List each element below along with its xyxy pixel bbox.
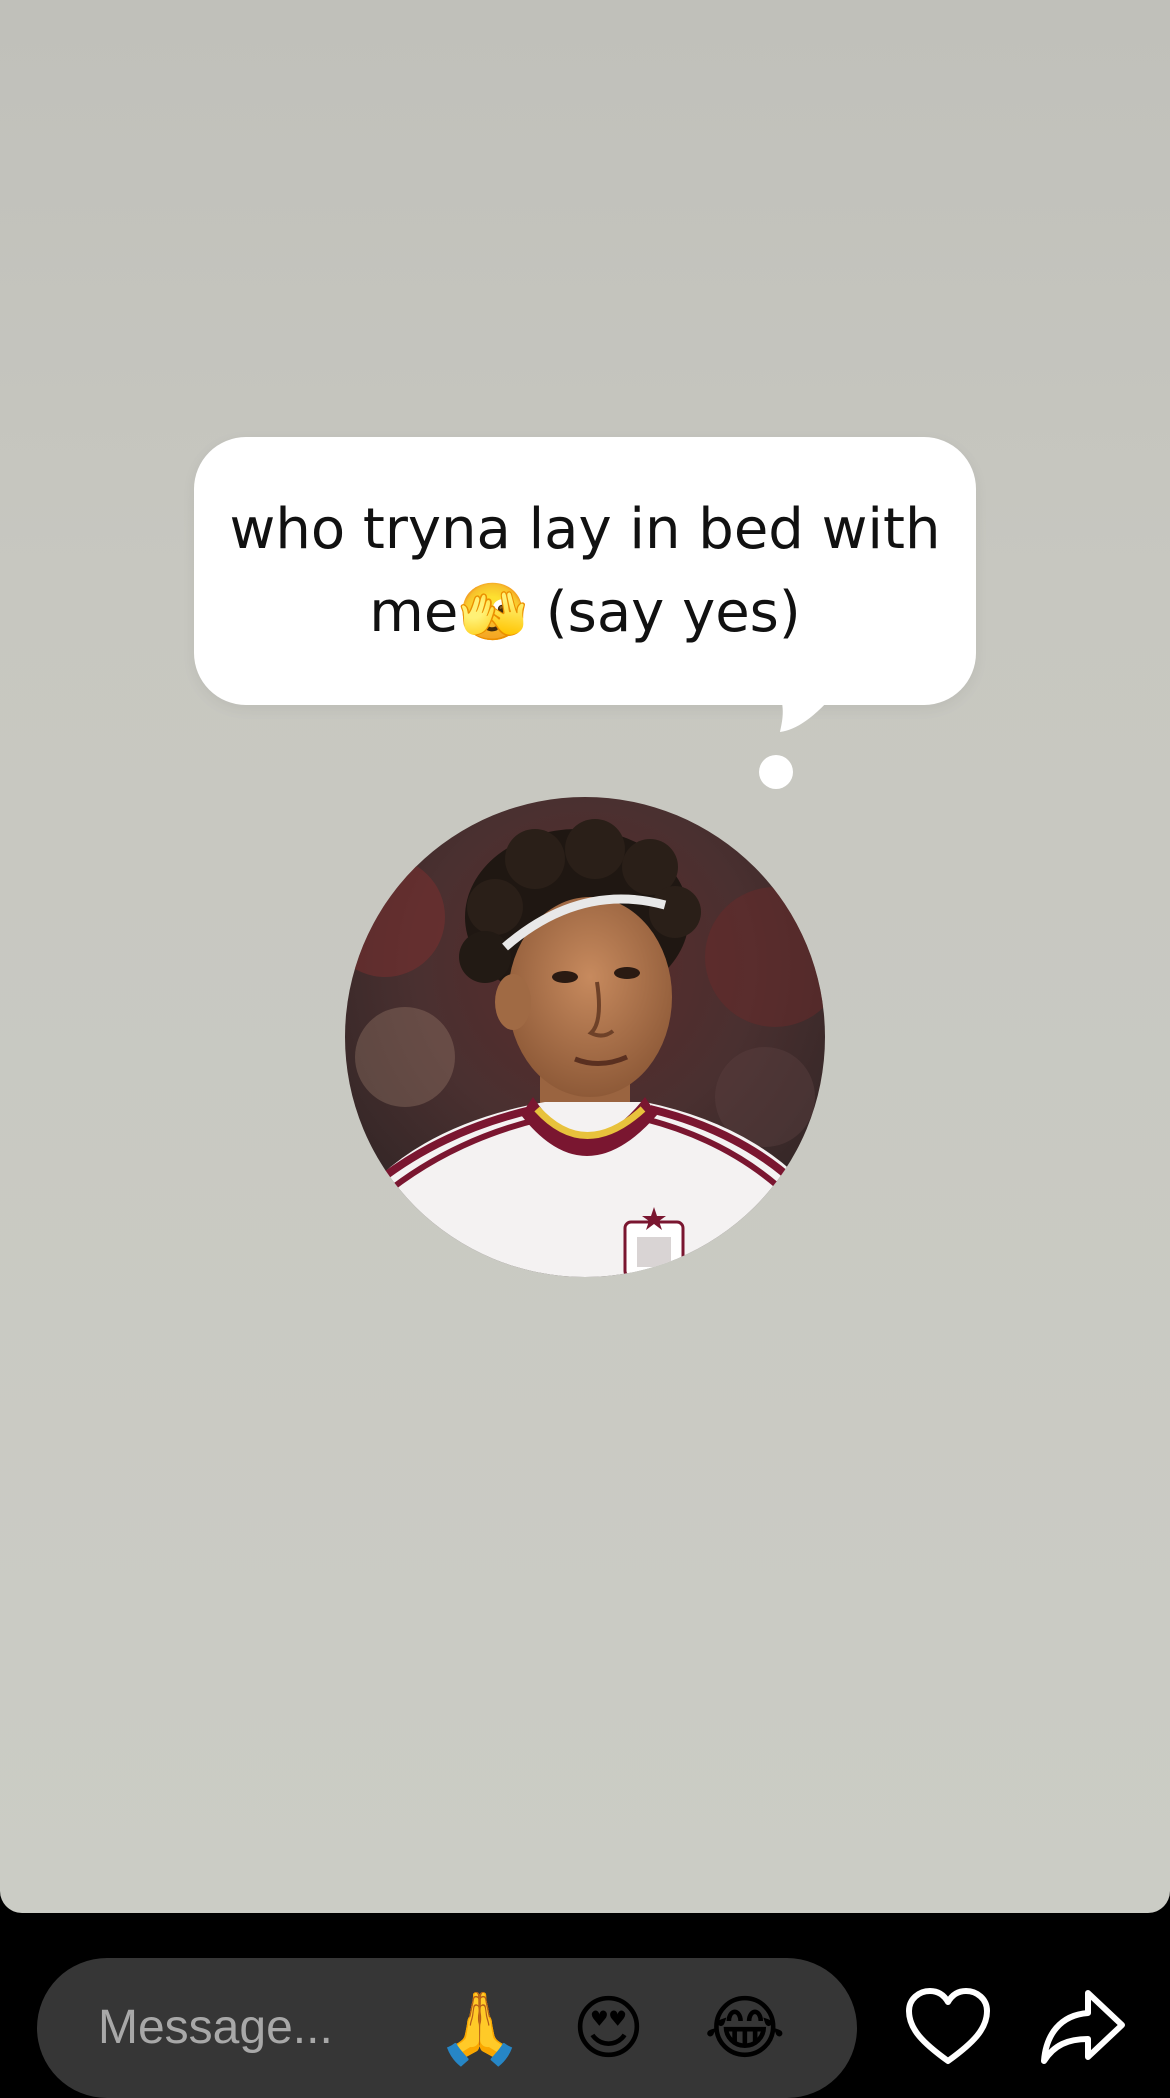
tears-of-joy-emoji[interactable]: 😂 [704,1986,786,2070]
like-button[interactable] [903,1985,993,2069]
thought-bubble-text: who tryna lay in bed with me🫣 (say yes) [230,488,941,654]
thought-bubble-tail [778,690,838,732]
message-input[interactable] [98,1992,398,2062]
story-content[interactable]: who tryna lay in bed with me🫣 (say yes) [0,0,1170,1913]
profile-avatar [345,797,825,1277]
thought-bubble: who tryna lay in bed with me🫣 (say yes) [194,437,976,705]
share-button[interactable] [1038,1985,1128,2069]
folded-hands-emoji[interactable]: 🙏 [436,1986,523,2070]
share-arrow-icon [1041,1990,1125,2064]
thought-bubble-dot [759,755,793,789]
avatar-photo [345,797,825,1277]
thought-bubble-line-1: who tryna lay in bed with [229,497,941,562]
heart-outline-icon [906,1988,990,2064]
thought-bubble-line-2: me🫣 (say yes) [369,580,801,645]
heart-eyes-emoji[interactable]: 😍 [572,1986,645,2070]
